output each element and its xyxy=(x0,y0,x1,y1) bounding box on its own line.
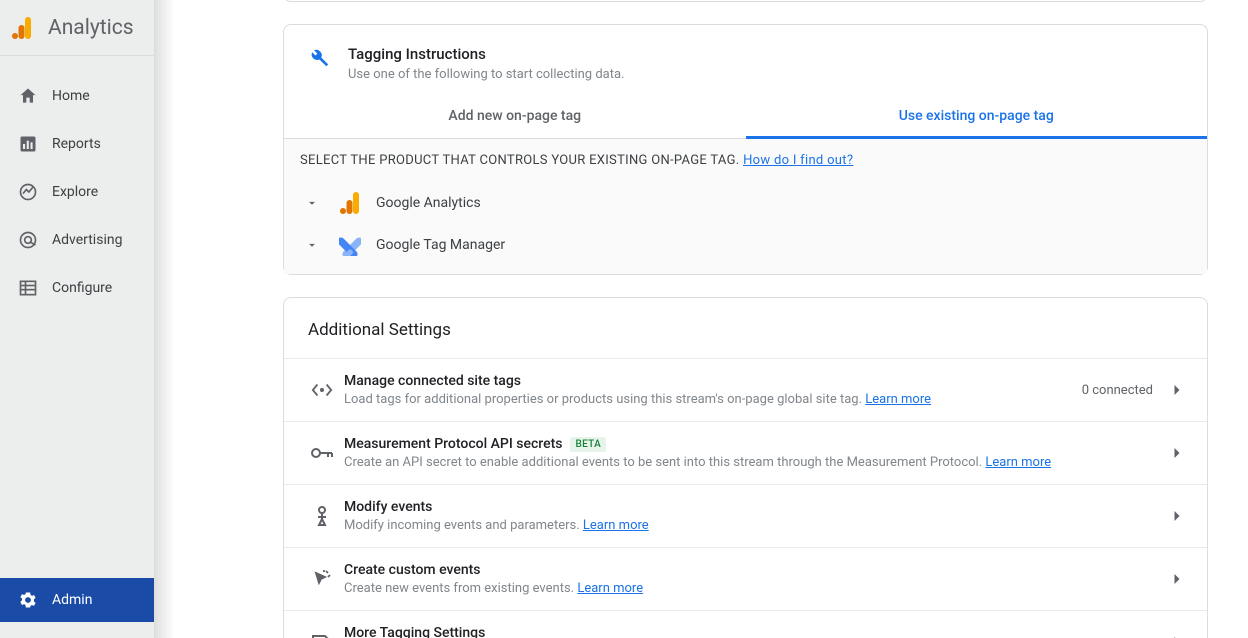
nav-reports-label: Reports xyxy=(52,136,101,152)
configure-icon xyxy=(16,276,40,300)
select-product-label: SELECT THE PRODUCT THAT CONTROLS YOUR EX… xyxy=(284,139,1207,182)
tab-use-existing-tag[interactable]: Use existing on-page tag xyxy=(746,94,1208,138)
gtm-product-label: Google Tag Manager xyxy=(376,237,505,253)
modify-events-learn-link[interactable]: Learn more xyxy=(583,518,649,533)
brand: Analytics xyxy=(0,0,154,56)
custom-events-title: Create custom events xyxy=(344,562,1167,578)
reports-icon xyxy=(16,132,40,156)
connected-tags-desc: Load tags for additional properties or p… xyxy=(344,392,1082,407)
connected-tags-icon xyxy=(304,381,340,399)
api-secrets-desc: Create an API secret to enable additiona… xyxy=(344,455,1167,470)
how-find-out-link[interactable]: How do I find out? xyxy=(743,153,853,168)
gear-icon xyxy=(16,588,40,612)
setting-custom-events[interactable]: Create custom events Create new events f… xyxy=(284,547,1207,610)
chevron-right-icon xyxy=(1167,380,1187,400)
analytics-logo-icon xyxy=(12,17,32,39)
nav-configure-label: Configure xyxy=(52,280,112,296)
select-product-text: SELECT THE PRODUCT THAT CONTROLS YOUR EX… xyxy=(300,153,740,168)
tagging-header: Tagging Instructions Use one of the foll… xyxy=(284,25,1207,94)
nav-reports[interactable]: Reports xyxy=(0,120,154,168)
tag-icon xyxy=(304,633,340,638)
nav-admin[interactable]: Admin xyxy=(0,578,154,622)
custom-events-icon xyxy=(304,569,340,589)
custom-events-learn-link[interactable]: Learn more xyxy=(577,581,643,596)
nav-advertising-label: Advertising xyxy=(52,232,122,248)
product-google-tag-manager[interactable]: Google Tag Manager xyxy=(284,224,1207,266)
custom-events-desc: Create new events from existing events. … xyxy=(344,581,1167,596)
connected-tags-learn-link[interactable]: Learn more xyxy=(865,392,931,407)
explore-icon xyxy=(16,180,40,204)
additional-settings-title: Additional Settings xyxy=(284,298,1207,358)
nav-admin-label: Admin xyxy=(52,592,92,608)
chevron-right-icon xyxy=(1167,443,1187,463)
beta-badge: BETA xyxy=(570,437,606,452)
product-list: Google Analytics Google Tag Manager xyxy=(284,182,1207,274)
sidebar: Analytics Home Reports Explore xyxy=(0,0,155,638)
main-content: Tagging Instructions Use one of the foll… xyxy=(155,0,1248,638)
api-secrets-title: Measurement Protocol API secrets BETA xyxy=(344,436,1167,452)
modify-events-desc: Modify incoming events and parameters. L… xyxy=(344,518,1167,533)
api-secrets-learn-link[interactable]: Learn more xyxy=(985,455,1051,470)
wrench-icon xyxy=(308,45,348,82)
key-icon xyxy=(304,446,340,460)
chevron-down-icon xyxy=(300,196,324,210)
connected-tags-title: Manage connected site tags xyxy=(344,373,1082,389)
brand-title: Analytics xyxy=(48,16,134,40)
chevron-down-icon xyxy=(300,238,324,252)
connected-tags-count: 0 connected xyxy=(1082,383,1153,398)
nav-home[interactable]: Home xyxy=(0,72,154,120)
additional-settings-card: Additional Settings Manage connected sit… xyxy=(283,297,1208,638)
nav-configure[interactable]: Configure xyxy=(0,264,154,312)
chevron-right-icon xyxy=(1167,632,1187,638)
more-tagging-title: More Tagging Settings xyxy=(344,625,1167,638)
tagging-card: Tagging Instructions Use one of the foll… xyxy=(283,24,1208,275)
ga-product-label: Google Analytics xyxy=(376,195,481,211)
chevron-right-icon xyxy=(1167,569,1187,589)
tagging-tabs: Add new on-page tag Use existing on-page… xyxy=(284,94,1207,139)
setting-api-secrets[interactable]: Measurement Protocol API secrets BETA Cr… xyxy=(284,421,1207,484)
nav: Home Reports Explore Advertising xyxy=(0,56,154,312)
nav-explore[interactable]: Explore xyxy=(0,168,154,216)
nav-home-label: Home xyxy=(52,88,90,104)
product-google-analytics[interactable]: Google Analytics xyxy=(284,182,1207,224)
modify-events-icon xyxy=(304,505,340,527)
nav-explore-label: Explore xyxy=(52,184,98,200)
ga-product-icon xyxy=(330,192,370,214)
tab-add-new-tag[interactable]: Add new on-page tag xyxy=(284,94,746,138)
previous-card xyxy=(283,0,1208,2)
modify-events-title: Modify events xyxy=(344,499,1167,515)
home-icon xyxy=(16,84,40,108)
advertising-icon xyxy=(16,228,40,252)
setting-more-tagging[interactable]: More Tagging Settings Configure client-s… xyxy=(284,610,1207,638)
gtm-product-icon xyxy=(330,234,370,256)
tagging-title: Tagging Instructions xyxy=(348,45,624,63)
chevron-right-icon xyxy=(1167,506,1187,526)
setting-modify-events[interactable]: Modify events Modify incoming events and… xyxy=(284,484,1207,547)
tagging-subtitle: Use one of the following to start collec… xyxy=(348,67,624,82)
nav-advertising[interactable]: Advertising xyxy=(0,216,154,264)
setting-connected-tags[interactable]: Manage connected site tags Load tags for… xyxy=(284,358,1207,421)
